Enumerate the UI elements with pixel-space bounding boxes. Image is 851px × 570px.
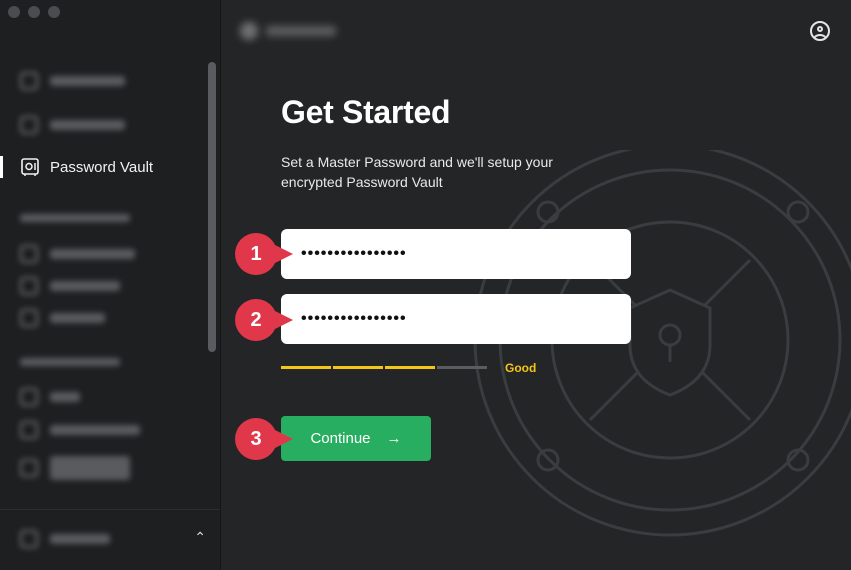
sidebar-item-blurred[interactable]: [20, 309, 105, 327]
master-password-field[interactable]: ••••••••••••••••: [281, 229, 631, 279]
nav-icon: [20, 530, 38, 548]
nav-icon: [20, 116, 38, 134]
sidebar-scrollbar[interactable]: [208, 62, 216, 352]
password-strength-meter: [281, 366, 487, 369]
settings-item-blurred[interactable]: [20, 530, 110, 548]
sidebar-item-password-vault[interactable]: Password Vault: [20, 157, 153, 177]
arrow-right-icon: →: [386, 430, 402, 447]
annotation-number: 2: [250, 309, 262, 331]
sidebar-section-blurred: [20, 214, 130, 222]
chevron-up-icon[interactable]: ⌃: [194, 529, 206, 546]
sidebar: Password Vault ⌃: [0, 0, 221, 570]
password-strength-label: Good: [505, 361, 537, 375]
annotation-badge: 1: [235, 233, 293, 275]
nav-icon: [20, 72, 38, 90]
sidebar-item-blurred[interactable]: [20, 456, 130, 480]
vault-illustration: [473, 150, 851, 537]
sidebar-footer: ⌃: [0, 509, 220, 570]
continue-button[interactable]: Continue →: [281, 416, 431, 461]
strength-segment: [437, 366, 487, 369]
sidebar-item-blurred[interactable]: [20, 277, 120, 295]
page-subtitle: Set a Master Password and we'll setup yo…: [281, 154, 553, 190]
strength-segment: [333, 366, 383, 369]
continue-label: Continue: [310, 430, 371, 447]
annotation-badge: 3: [235, 418, 293, 460]
sidebar-item-label: Password Vault: [50, 158, 154, 176]
nav-icon: [20, 459, 38, 477]
vault-icon: [21, 158, 39, 176]
window-controls: [8, 6, 60, 18]
nav-icon: [20, 277, 38, 295]
app-window: Password Vault ⌃ Get Started Set a Maste…: [0, 0, 851, 570]
maximize-window-button[interactable]: [48, 6, 60, 18]
minimize-window-button[interactable]: [28, 6, 40, 18]
strength-segment: [385, 366, 435, 369]
sidebar-item-blurred[interactable]: [20, 421, 140, 439]
nav-icon: [20, 421, 38, 439]
sidebar-section-blurred: [20, 358, 120, 366]
confirm-password-field[interactable]: ••••••••••••••••: [281, 294, 631, 344]
nav-icon: [20, 309, 38, 327]
sidebar-item-blurred[interactable]: [20, 388, 80, 406]
annotation-number: 1: [250, 243, 262, 265]
strength-segment: [281, 366, 331, 369]
nav-icon: [20, 388, 38, 406]
nav-icon: [20, 245, 38, 263]
sidebar-item-blurred[interactable]: [20, 72, 125, 90]
active-indicator: [0, 156, 3, 178]
account-avatar-icon[interactable]: [810, 21, 830, 41]
close-window-button[interactable]: [8, 6, 20, 18]
page-title: Get Started: [281, 94, 451, 130]
annotation-badge: 2: [235, 299, 293, 341]
sidebar-item-blurred[interactable]: [20, 116, 125, 134]
sidebar-item-blurred[interactable]: [20, 245, 135, 263]
topbar-title-blurred: [240, 22, 345, 42]
annotation-number: 3: [250, 428, 262, 450]
